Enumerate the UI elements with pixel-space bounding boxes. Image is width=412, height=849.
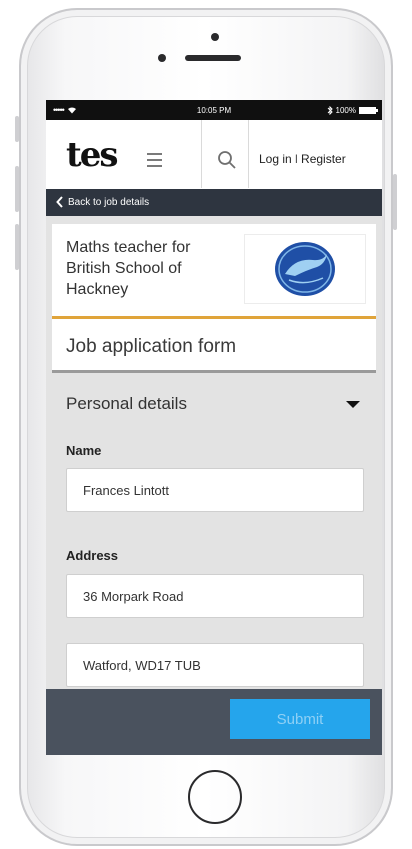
battery-icon	[359, 106, 378, 114]
sensor	[158, 54, 166, 62]
name-input[interactable]	[66, 468, 364, 512]
bluetooth-icon	[327, 105, 333, 115]
school-logo	[244, 234, 366, 304]
chevron-left-icon	[56, 196, 63, 208]
back-link-label: Back to job details	[68, 197, 150, 208]
earpiece-speaker	[185, 55, 241, 61]
address-line2-input[interactable]	[66, 643, 364, 687]
status-bar: ••••• 10:05 PM 100%	[46, 100, 382, 120]
login-link[interactable]: Log in	[259, 152, 292, 166]
battery-percent: 100%	[335, 105, 356, 115]
section-title: Personal details	[66, 394, 187, 413]
address-line1-input[interactable]	[66, 574, 364, 618]
name-label: Name	[66, 443, 102, 458]
tes-logo[interactable]: tes	[66, 136, 119, 174]
dolphin-logo	[275, 242, 335, 296]
auth-links: Log in I Register	[259, 152, 346, 166]
top-navigation: tes Log in I Register	[46, 120, 382, 190]
personal-details-toggle[interactable]: Personal details	[52, 373, 376, 435]
back-to-job-details-link[interactable]: Back to job details	[46, 189, 382, 216]
bottom-action-bar: Submit	[46, 689, 382, 755]
nav-divider	[248, 120, 249, 188]
home-button[interactable]	[188, 770, 242, 824]
menu-icon[interactable]	[147, 153, 162, 171]
form-title: Job application form	[66, 336, 237, 357]
form-title-card: Job application form	[52, 319, 376, 373]
front-camera	[211, 33, 219, 41]
search-icon[interactable]	[217, 150, 237, 170]
auth-separator: I	[294, 152, 299, 166]
device-mockup: ••••• 10:05 PM 100% tes Log in I Registe…	[0, 0, 412, 849]
job-summary-card: Maths teacher for British School of Hack…	[52, 224, 376, 319]
register-link[interactable]: Register	[301, 152, 346, 166]
job-title: Maths teacher for British School of Hack…	[66, 239, 191, 298]
address-label: Address	[66, 548, 119, 563]
submit-button[interactable]: Submit	[230, 699, 370, 739]
caret-down-icon	[346, 401, 360, 408]
power-button	[393, 174, 397, 230]
nav-divider	[201, 120, 202, 188]
phone-screen: ••••• 10:05 PM 100% tes Log in I Registe…	[46, 100, 382, 755]
